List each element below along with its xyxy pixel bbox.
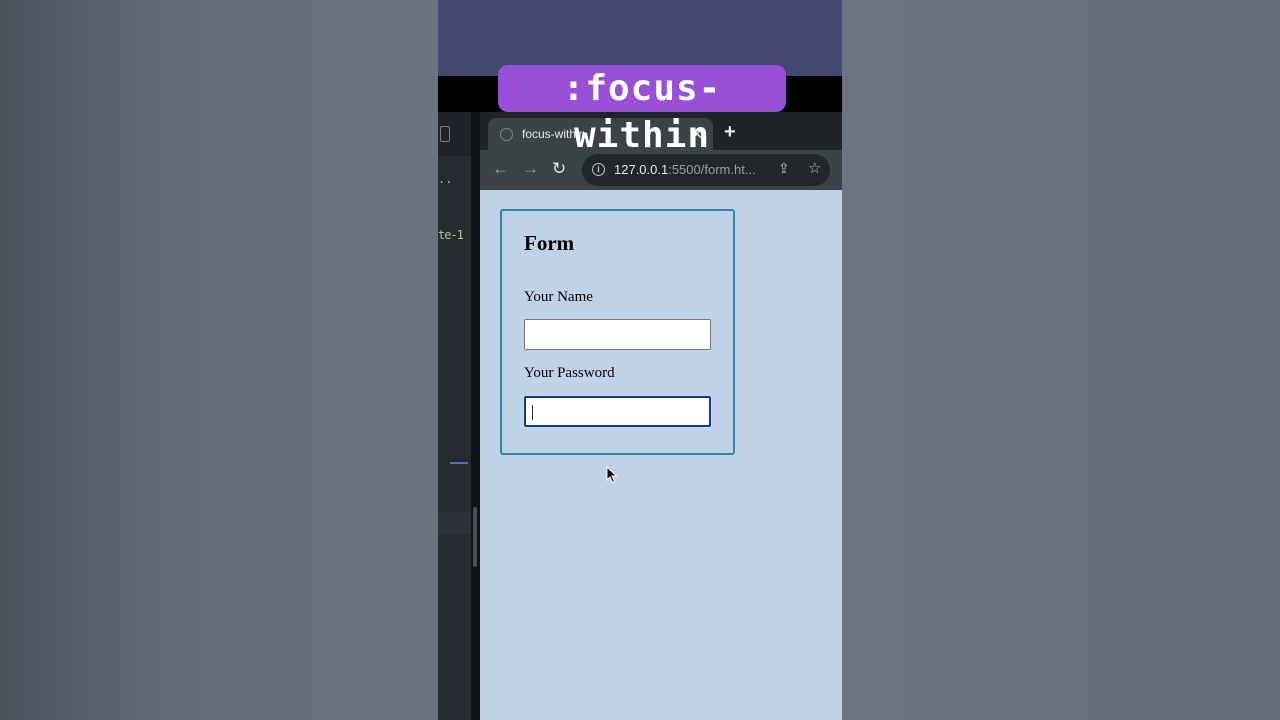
url-path: :5500/form.ht... bbox=[668, 162, 756, 177]
password-input[interactable] bbox=[524, 396, 711, 427]
code-editor-pane: .. te-1 bbox=[438, 112, 471, 720]
forward-arrow-icon[interactable]: → bbox=[522, 159, 539, 179]
mouse-pointer-icon bbox=[606, 466, 618, 484]
new-tab-icon[interactable]: + bbox=[724, 122, 736, 142]
back-arrow-icon[interactable]: ← bbox=[492, 159, 509, 179]
form-container: Form Your Name Your Password bbox=[500, 209, 735, 455]
name-label: Your Name bbox=[524, 289, 593, 305]
browser-window: focus-within ✕ + ← → ↻ i 127.0.0.1:5500/… bbox=[480, 112, 842, 720]
bookmark-star-icon[interactable]: ☆ bbox=[808, 159, 821, 177]
name-input[interactable] bbox=[524, 319, 711, 350]
split-editor-icon[interactable] bbox=[440, 126, 450, 142]
caption-title: :focus-within bbox=[498, 65, 786, 156]
scrollbar-thumb[interactable] bbox=[473, 507, 477, 567]
globe-icon bbox=[500, 128, 513, 141]
code-fragment: te-1 bbox=[438, 228, 464, 242]
form-title: Form bbox=[524, 231, 575, 255]
minimap-viewport bbox=[438, 512, 471, 534]
password-label: Your Password bbox=[524, 365, 615, 381]
reload-icon[interactable]: ↻ bbox=[552, 159, 566, 179]
pane-divider[interactable] bbox=[471, 112, 480, 720]
url-text[interactable]: 127.0.0.1:5500/form.ht... bbox=[614, 162, 756, 177]
text-caret bbox=[532, 405, 533, 420]
site-info-icon[interactable]: i bbox=[592, 163, 605, 176]
editor-tabbar bbox=[438, 112, 471, 156]
url-host: 127.0.0.1 bbox=[614, 162, 669, 177]
minimap-highlight bbox=[450, 462, 468, 464]
share-icon[interactable]: ⇪ bbox=[778, 160, 790, 177]
video-column: .. te-1 focus-within ✕ + ← → ↻ i 127.0.0… bbox=[438, 0, 842, 720]
page-viewport: Form Your Name Your Password bbox=[480, 190, 842, 720]
editor-dots: .. bbox=[438, 172, 453, 186]
